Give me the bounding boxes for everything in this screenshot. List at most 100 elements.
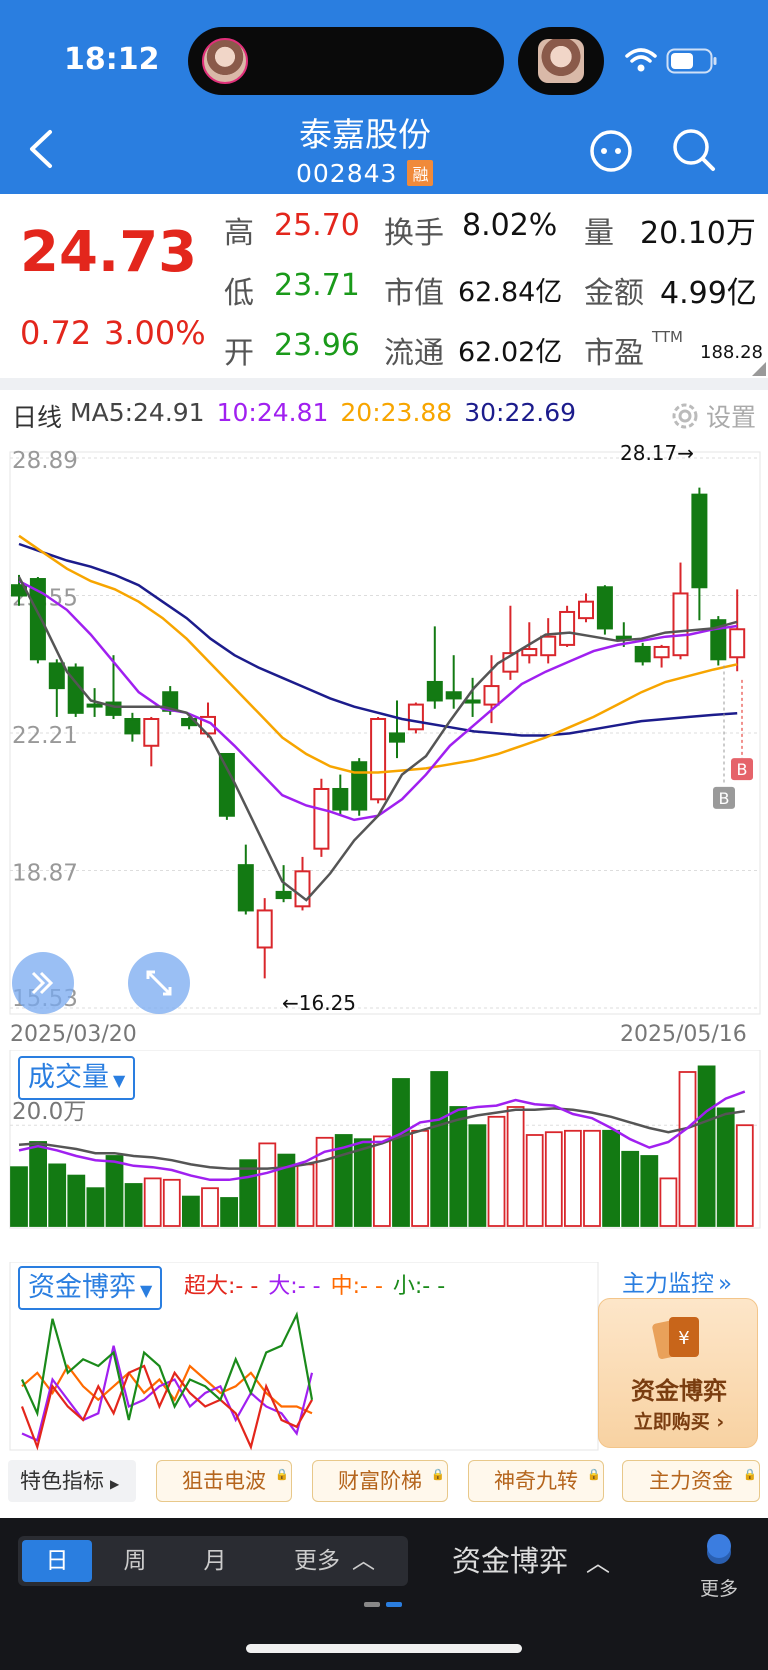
status-time: 18:12 <box>64 42 160 77</box>
promo-title: 资金博弈 <box>631 1377 727 1405</box>
open-label: 开 <box>224 336 254 371</box>
promo-subtitle: 立即购买 › <box>599 1407 759 1434</box>
chat-icon[interactable] <box>588 128 634 174</box>
stock-code: 002843 <box>296 158 398 188</box>
tag-wealth-ladder[interactable]: 财富阶梯 🔒 <box>312 1460 448 1502</box>
candle <box>729 628 746 659</box>
candle <box>691 493 708 589</box>
dynamic-island <box>188 27 504 95</box>
volume-label: 量 <box>584 216 614 251</box>
settings-button[interactable]: 设置 <box>668 398 756 434</box>
tag-label: 财富阶梯 <box>338 1469 422 1493</box>
volume-bar <box>124 1183 143 1227</box>
low-label: 低 <box>224 276 254 311</box>
tag-main-capital[interactable]: 主力资金 🔒 <box>622 1460 760 1502</box>
volume-bar <box>48 1163 67 1227</box>
menu-more[interactable]: 更多 <box>694 1530 744 1601</box>
candle <box>86 703 103 708</box>
volume-bar <box>67 1174 86 1227</box>
volume-label: 20.0万 <box>12 1099 86 1125</box>
current-price: 24.73 <box>20 220 198 285</box>
pe-label: 市盈 <box>584 336 644 371</box>
search-icon[interactable] <box>670 126 718 174</box>
volume-bar <box>525 1134 544 1227</box>
volume-bar <box>544 1131 563 1227</box>
dynamic-island-secondary <box>518 27 604 95</box>
mktcap-value: 62.84亿 <box>458 277 563 308</box>
feature-indicator-label: 特色指标 <box>20 1469 104 1493</box>
tag-magic-nine[interactable]: 神奇九转 🔒 <box>468 1460 604 1502</box>
avatar <box>538 39 584 83</box>
tag-label: 狙击电波 <box>182 1469 266 1493</box>
candle <box>313 787 330 850</box>
home-indicator <box>246 1644 522 1653</box>
avatar <box>202 38 248 84</box>
main-monitor-link[interactable]: 主力监控» <box>622 1264 732 1298</box>
svg-text:¥: ¥ <box>678 1328 689 1349</box>
candle <box>540 635 557 657</box>
volume-value: 20.10万 <box>640 216 756 251</box>
tag-sniper-wave[interactable]: 狙击电波 🔒 <box>156 1460 292 1502</box>
candle <box>407 703 424 731</box>
promo-subtitle-label: 立即购买 <box>633 1411 710 1433</box>
volume-bar <box>86 1187 105 1227</box>
tab-week-label: 周 <box>123 1548 147 1574</box>
candle <box>48 662 65 690</box>
volume-bar <box>716 1107 735 1227</box>
chevron-up-icon: ︿ <box>586 1549 611 1577</box>
feature-indicator-button[interactable]: 特色指标 ▶ <box>8 1460 136 1502</box>
capital-game-label: 资金博弈 <box>452 1544 569 1578</box>
y-tick-label: 22.21 <box>12 723 78 749</box>
candle <box>370 718 387 801</box>
ma20-legend: 20:23.88 <box>340 398 453 427</box>
turnover-value: 8.02% <box>462 208 558 243</box>
volume-bar <box>372 1135 391 1227</box>
candle <box>596 586 613 630</box>
candle <box>124 718 141 735</box>
tab-more-label: 更多 <box>294 1548 340 1574</box>
expand-panel-button[interactable] <box>12 952 74 1014</box>
stock-code-row: 002843 融 <box>296 156 434 190</box>
tab-more[interactable]: 更多 ︿ <box>294 1540 375 1582</box>
page-dot-inactive <box>364 1602 380 1607</box>
volume-bar <box>659 1177 678 1227</box>
candle <box>464 699 481 704</box>
candle <box>578 600 594 620</box>
promo-card[interactable]: ¥ 资金博弈 立即购买 › <box>598 1298 758 1448</box>
ma-legend: 日线 MA5:24.91 10:24.81 20:23.88 30:22.69 <box>12 398 576 434</box>
capital-game-menu[interactable]: 资金博弈 ︿ <box>452 1540 610 1582</box>
tab-month[interactable]: 月 <box>180 1540 250 1582</box>
float-label: 流通 <box>384 336 444 371</box>
period-label: 日线 <box>12 403 63 432</box>
candle <box>218 752 235 817</box>
tab-day[interactable]: 日 <box>22 1540 92 1582</box>
open-value: 23.96 <box>274 328 360 363</box>
tag-label: 主力资金 <box>649 1469 733 1493</box>
settings-label: 设置 <box>706 403 757 432</box>
candle <box>67 666 84 714</box>
candle <box>521 648 538 657</box>
marker-label: B <box>737 760 748 779</box>
candle <box>332 787 349 811</box>
fullscreen-button[interactable] <box>128 952 190 1014</box>
low-value: 23.71 <box>274 268 360 303</box>
lock-icon: 🔒 <box>431 1468 445 1481</box>
double-chevron-right-icon <box>31 971 54 995</box>
volume-chart[interactable]: 20.0万 <box>0 1050 768 1240</box>
lock-icon: 🔒 <box>587 1468 601 1481</box>
capital-chart[interactable] <box>0 1262 600 1452</box>
more-icon <box>707 1534 731 1564</box>
tag-label: 神奇九转 <box>494 1469 578 1493</box>
tab-week[interactable]: 周 <box>100 1540 170 1582</box>
wifi-icon <box>625 48 657 72</box>
y-tick-label: 28.89 <box>12 448 78 474</box>
volume-bar <box>162 1178 181 1227</box>
mktcap-label: 市值 <box>384 276 444 311</box>
volume-bar <box>296 1163 315 1227</box>
volume-bar <box>487 1115 506 1227</box>
candle <box>426 680 443 702</box>
expand-corner-icon[interactable] <box>752 362 766 376</box>
volume-bar <box>583 1129 601 1227</box>
candle <box>615 635 632 640</box>
kline-chart[interactable]: 28.8925.5522.2118.8715.5328.17→←16.25BB <box>0 440 768 1020</box>
